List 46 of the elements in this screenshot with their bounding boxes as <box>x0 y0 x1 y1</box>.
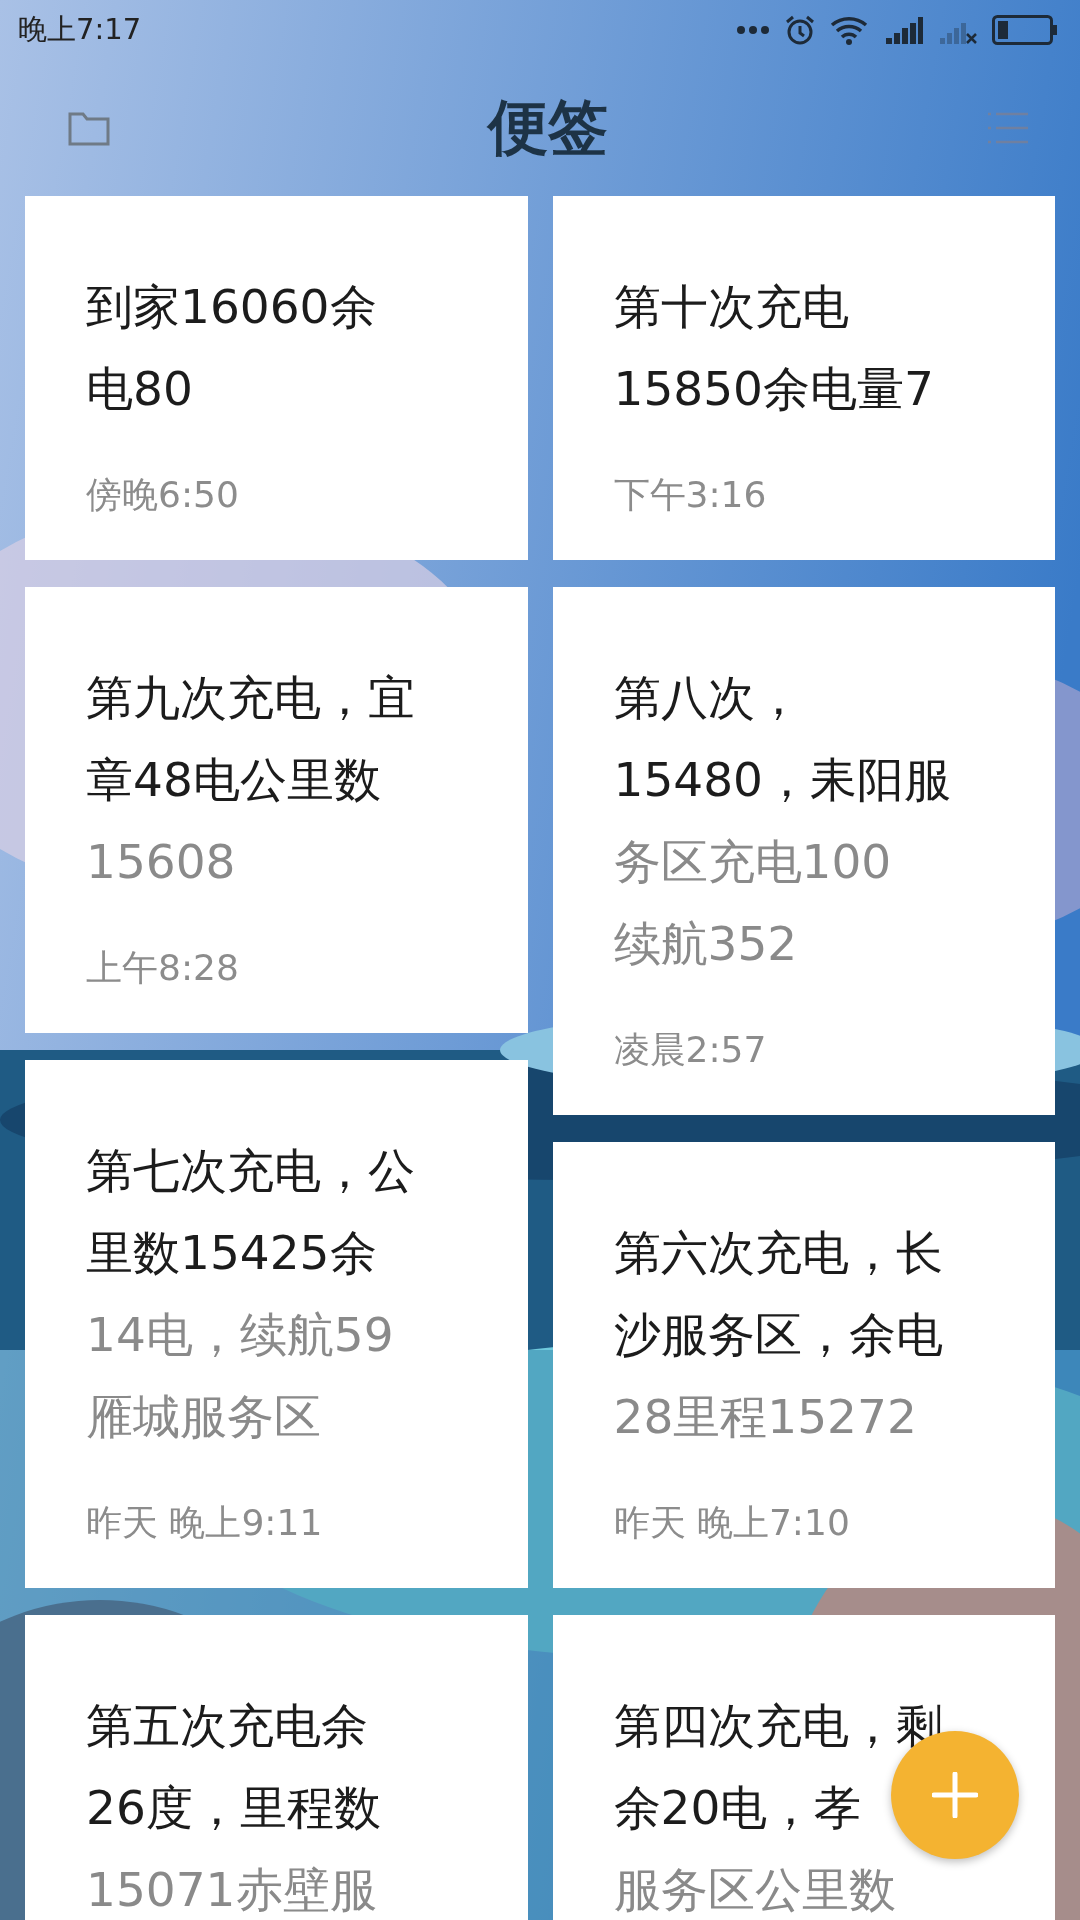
battery-icon <box>992 15 1058 45</box>
note-card[interactable]: 到家16060余 电80 傍晚6:50 <box>25 196 528 560</box>
note-card[interactable]: 第五次充电余 26度，里程数 15071赤壁服 <box>25 1615 528 1920</box>
note-card[interactable]: 第九次充电，宜 章48电公里数 15608 上午8:28 <box>25 587 528 1033</box>
app-title: 便签 <box>488 90 608 164</box>
note-text: 电80 <box>86 360 193 418</box>
note-text: 第八次， <box>613 669 802 727</box>
signal-icon <box>884 16 924 44</box>
note-text: 里数15425余 <box>86 1224 377 1282</box>
note-time: 上午8:28 <box>86 946 239 990</box>
note-preview-text: 续航352 <box>613 915 798 973</box>
alarm-icon <box>784 14 816 46</box>
note-preview-text: 服务区公里数 <box>613 1861 896 1919</box>
folder-icon[interactable] <box>68 110 110 146</box>
note-text: 第六次充电，长 <box>613 1224 943 1282</box>
note-preview-text: 务区充电100 <box>613 833 892 891</box>
note-time: 昨天 晚上9:11 <box>86 1501 323 1545</box>
note-text: 15850余电量7 <box>613 360 934 418</box>
note-preview-text: 28里程15272 <box>613 1388 917 1446</box>
note-text: 沙服务区，余电 <box>613 1306 943 1364</box>
note-time: 凌晨2:57 <box>613 1028 767 1072</box>
list-icon[interactable] <box>986 110 1030 146</box>
wifi-icon <box>830 15 870 45</box>
note-card[interactable]: 第六次充电，长 沙服务区，余电 28里程15272 昨天 晚上7:10 <box>552 1142 1055 1588</box>
note-text: 第七次充电，公 <box>86 1142 415 1200</box>
note-preview-text: 15608 <box>86 833 236 891</box>
status-time: 晚上7:17 <box>18 11 142 48</box>
note-text: 余20电，孝 <box>613 1779 862 1837</box>
note-text: 26度，里程数 <box>86 1779 381 1837</box>
note-text: 第十次充电 <box>613 278 849 336</box>
note-preview-text: 15071赤壁服 <box>86 1861 377 1919</box>
note-preview-text: 14电，续航59 <box>86 1306 394 1364</box>
note-text: 第九次充电，宜 <box>86 669 415 727</box>
note-text: 第五次充电余 <box>86 1697 368 1755</box>
note-preview-text: 雁城服务区 <box>86 1388 321 1446</box>
note-time: 傍晚6:50 <box>86 473 239 517</box>
note-card[interactable]: 第八次， 15480，耒阳服 务区充电100 续航352 凌晨2:57 <box>552 587 1055 1115</box>
note-card[interactable]: 第十次充电 15850余电量7 下午3:16 <box>552 196 1055 560</box>
note-time: 下午3:16 <box>613 473 767 517</box>
note-text: 15480，耒阳服 <box>613 751 951 809</box>
note-text: 章48电公里数 <box>86 751 381 809</box>
plus-icon <box>932 1772 978 1818</box>
note-card[interactable]: 第七次充电，公 里数15425余 14电，续航59 雁城服务区 昨天 晚上9:11 <box>25 1060 528 1588</box>
more-dots-icon <box>736 25 770 35</box>
note-text: 到家16060余 <box>86 278 377 336</box>
note-time: 昨天 晚上7:10 <box>613 1501 850 1545</box>
